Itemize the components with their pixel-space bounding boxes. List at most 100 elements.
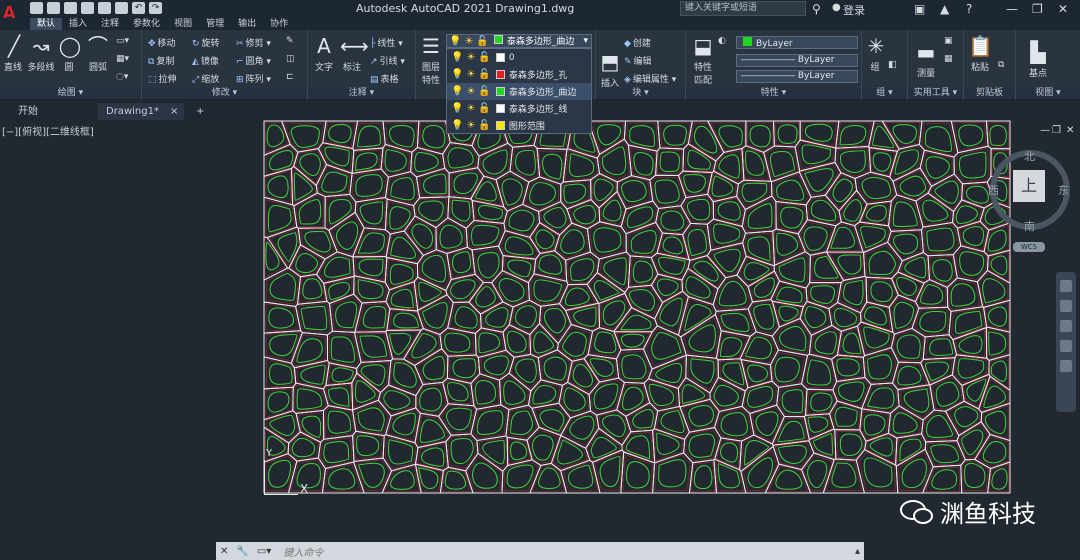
copy-button[interactable]: ⧉ 复制: [148, 54, 174, 67]
steering-wheel-icon[interactable]: [1060, 280, 1072, 292]
circle-button[interactable]: ◯ 圆: [58, 34, 81, 73]
recent-commands-icon[interactable]: ▭▾: [257, 546, 271, 557]
fillet-button[interactable]: ⌐ 圆角 ▾: [236, 54, 271, 67]
tab-parametric[interactable]: 参数化: [126, 18, 167, 30]
properties-panel-label[interactable]: 特性 ▾: [686, 88, 861, 99]
linetype-dropdown[interactable]: ―――――― ByLayer: [736, 54, 858, 67]
rotate-button[interactable]: ↻ 旋转: [192, 36, 220, 49]
showmotion-icon[interactable]: [1060, 360, 1072, 372]
viewcube-top-face[interactable]: 上: [1013, 170, 1045, 202]
color-dropdown[interactable]: ByLayer: [736, 36, 858, 49]
compass-east[interactable]: 东: [1058, 182, 1069, 198]
erase-icon[interactable]: ✎: [286, 36, 294, 46]
hatch-icon[interactable]: ▦▾: [116, 54, 129, 64]
base-view-button[interactable]: ▙ 基点: [1024, 40, 1052, 79]
tab-start[interactable]: 开始: [10, 103, 94, 120]
paste-button[interactable]: 📋 粘贴: [968, 34, 993, 73]
open-file-icon[interactable]: [47, 2, 60, 14]
exchange-icon[interactable]: ▲: [940, 2, 949, 16]
cloud-icon[interactable]: [98, 2, 111, 14]
match-properties-button[interactable]: ⬓ 特性 匹配: [690, 34, 716, 86]
tab-collaborate[interactable]: 协作: [263, 18, 295, 30]
tab-manage[interactable]: 管理: [199, 18, 231, 30]
save-as-icon[interactable]: [81, 2, 94, 14]
measure-button[interactable]: ▬ 测量: [912, 40, 940, 79]
orbit-icon[interactable]: [1060, 340, 1072, 352]
layer-dropdown[interactable]: 💡 ☀ 🔓 泰森多边形_曲边 ▾: [446, 34, 592, 48]
utilities-panel-label[interactable]: 实用工具 ▾: [908, 88, 963, 99]
undo-icon[interactable]: ↶: [132, 2, 145, 14]
tab-view[interactable]: 视图: [167, 18, 199, 30]
linear-dim-button[interactable]: ├ 线性 ▾: [370, 36, 403, 49]
close-tab-icon[interactable]: ×: [170, 103, 178, 120]
signin-link[interactable]: 登录: [843, 2, 865, 18]
wcs-menu[interactable]: WCS: [1013, 242, 1045, 252]
table-button[interactable]: ▤ 表格: [370, 72, 399, 85]
line-button[interactable]: ╱ 直线: [2, 34, 24, 73]
clipboard-panel-label[interactable]: 剪贴板: [964, 88, 1015, 99]
layer-item[interactable]: 💡 ☀ 🔓 泰森多边形_孔: [447, 66, 591, 83]
tab-annotate[interactable]: 注释: [94, 18, 126, 30]
edit-block-button[interactable]: ✎ 编辑: [624, 54, 652, 67]
scroll-up-icon[interactable]: ▴: [855, 546, 860, 557]
save-icon[interactable]: [64, 2, 77, 14]
group-button[interactable]: ✳ 组: [864, 34, 886, 73]
calculator-icon[interactable]: ▦: [944, 54, 953, 64]
compass-south[interactable]: 南: [1024, 218, 1035, 234]
voronoi-drawing[interactable]: [0, 120, 1080, 540]
tab-drawing1[interactable]: Drawing1* ×: [98, 103, 184, 120]
color-wheel-icon[interactable]: ◐: [718, 36, 726, 46]
layer-item[interactable]: 💡 ☀ 🔓 泰森多边形_曲边: [447, 83, 591, 100]
draw-panel-label[interactable]: 绘图 ▾: [0, 88, 141, 99]
redo-icon[interactable]: ↷: [149, 2, 162, 14]
close-icon[interactable]: ✕: [1058, 2, 1068, 16]
layer-item[interactable]: 💡 ☀ 🔓 0: [447, 49, 591, 66]
ungroup-icon[interactable]: ◧: [888, 60, 897, 70]
compass-west[interactable]: 西: [988, 182, 999, 198]
explode-icon[interactable]: ◫: [286, 54, 295, 64]
tab-output[interactable]: 输出: [231, 18, 263, 30]
mirror-button[interactable]: ◭ 镜像: [192, 54, 219, 67]
pan-icon[interactable]: [1060, 300, 1072, 312]
view-panel-label[interactable]: 视图 ▾: [1016, 88, 1080, 99]
select-icon[interactable]: ▣: [944, 36, 953, 46]
command-line[interactable]: ✕ 🔧 ▭▾ 键入命令 ▴: [216, 542, 864, 560]
arc-button[interactable]: ⌒ 圆弧: [86, 34, 110, 73]
copy-clip-icon[interactable]: ⧉: [998, 60, 1004, 70]
edit-attributes-button[interactable]: ◈ 编辑属性 ▾: [624, 72, 676, 85]
leader-button[interactable]: ↗ 引线 ▾: [370, 54, 405, 67]
groups-panel-label[interactable]: 组 ▾: [862, 88, 907, 99]
command-input[interactable]: 键入命令: [283, 544, 323, 559]
drawing-viewport[interactable]: [−][俯视][二维线框] — ❐ ✕ Y X 上 北 南 东 西 WCS: [0, 120, 1080, 540]
zoom-icon[interactable]: [1060, 320, 1072, 332]
new-file-icon[interactable]: [30, 2, 43, 14]
close-command-icon[interactable]: ✕: [220, 546, 228, 557]
layer-item[interactable]: 💡 ☀ 🔓 泰森多边形_线: [447, 100, 591, 117]
add-tab-icon[interactable]: +: [188, 103, 208, 120]
offset-icon[interactable]: ⊏: [286, 72, 294, 82]
layer-item[interactable]: 💡 ☀ 🔓 图形范围: [447, 117, 591, 134]
modify-panel-label[interactable]: 修改 ▾: [142, 88, 307, 99]
boundary-icon[interactable]: ◌▾: [116, 72, 128, 82]
trim-button[interactable]: ✂ 修剪 ▾: [236, 36, 271, 49]
customize-icon[interactable]: 🔧: [236, 546, 248, 557]
compass-north[interactable]: 北: [1024, 148, 1035, 164]
text-button[interactable]: A 文字: [312, 34, 336, 73]
rectangle-icon[interactable]: ▭▾: [116, 36, 129, 46]
cart-icon[interactable]: ▣: [914, 2, 925, 16]
lineweight-dropdown[interactable]: ―――――― ByLayer: [736, 70, 858, 83]
block-panel-label[interactable]: 块 ▾: [596, 88, 685, 99]
array-button[interactable]: ⊞ 阵列 ▾: [236, 72, 271, 85]
scale-button[interactable]: ⤢ 缩放: [192, 72, 219, 85]
minimize-icon[interactable]: —: [1006, 2, 1018, 16]
insert-button[interactable]: ⬒ 插入: [598, 50, 622, 89]
user-icon[interactable]: ●: [832, 2, 841, 13]
annotation-panel-label[interactable]: 注释 ▾: [308, 88, 415, 99]
create-block-button[interactable]: ◆ 创建: [624, 36, 651, 49]
polyline-button[interactable]: ↝ 多段线: [26, 34, 56, 73]
restore-icon[interactable]: ❐: [1032, 2, 1043, 16]
tab-insert[interactable]: 插入: [62, 18, 94, 30]
tab-default[interactable]: 默认: [30, 18, 63, 30]
search-input[interactable]: 键入关键字或短语: [680, 1, 806, 16]
layer-properties-button[interactable]: ☰ 图层 特性: [418, 34, 444, 86]
